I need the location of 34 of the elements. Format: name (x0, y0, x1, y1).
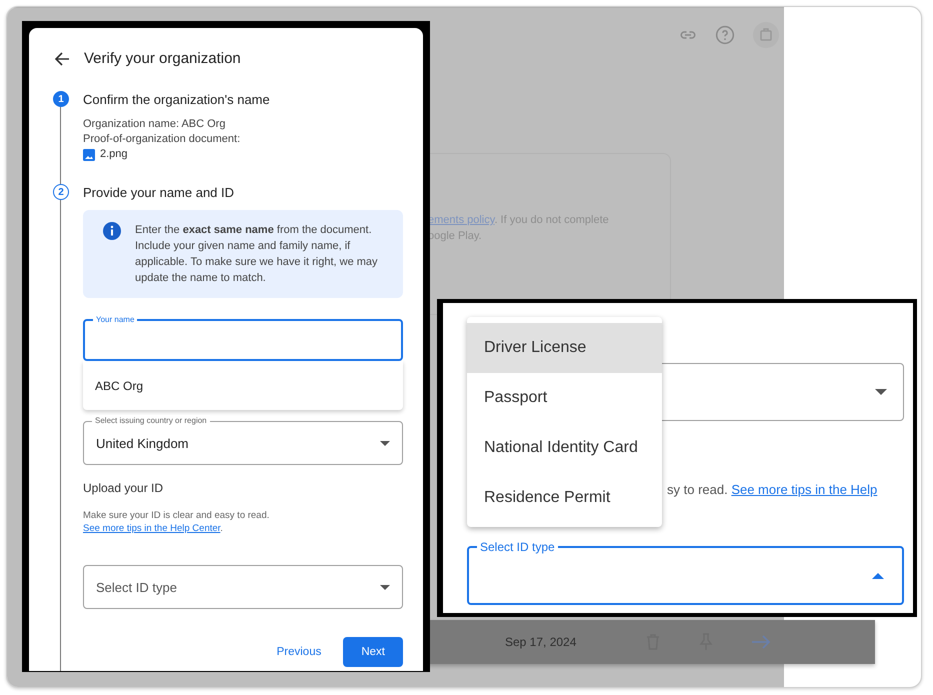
section-heading: Upload your ID (83, 481, 164, 495)
dropdown-caret-icon (875, 389, 887, 395)
step-number: 2 (53, 184, 69, 200)
menu-option[interactable]: Driver License (467, 323, 662, 373)
menu-option[interactable]: National Identity Card (467, 423, 662, 473)
help-icon[interactable] (715, 25, 735, 45)
badge-icon[interactable] (753, 22, 779, 48)
previous-button[interactable]: Previous (260, 637, 338, 667)
help-text: sy to read. (667, 482, 729, 497)
dialog-title: Verify your organization (84, 50, 241, 67)
info-text: Organization name: ABC Org (83, 117, 226, 132)
help-link[interactable]: See more tips in the Help (731, 482, 878, 497)
image-icon (83, 148, 95, 160)
step-title: Provide your name and ID (83, 184, 234, 200)
step-number: 1 (53, 91, 69, 107)
help-text: Make sure your ID is clear and easy to read. (83, 510, 270, 521)
help-text: . (220, 523, 223, 534)
next-button[interactable]: Next (343, 637, 403, 667)
menu-option[interactable]: Residence Permit (467, 473, 662, 523)
step-title: Confirm the organization's name (83, 92, 270, 106)
back-arrow-icon[interactable] (54, 50, 70, 66)
id-type-select[interactable]: Select ID type (83, 565, 403, 609)
info-icon (103, 222, 121, 240)
suggestion-item[interactable]: ABC Org (95, 378, 144, 392)
menu-option[interactable]: Passport (467, 373, 662, 423)
info-message: Enter the exact same name from the document. Include your given name and family name, if applicable. To make sure we have it right, we may update the name to match. (135, 223, 379, 286)
caret-up-icon (872, 572, 884, 578)
file-link[interactable]: 2.png (100, 147, 128, 162)
info-text: Proof-of-organization document: (83, 132, 242, 147)
dropdown-caret-icon (380, 584, 390, 590)
arrow-right-icon[interactable] (751, 635, 771, 649)
help-link[interactable]: See more tips in the Help Center (83, 523, 220, 534)
date-text: Sep 17, 2024 (505, 635, 578, 649)
dropdown-caret-icon (380, 440, 390, 446)
